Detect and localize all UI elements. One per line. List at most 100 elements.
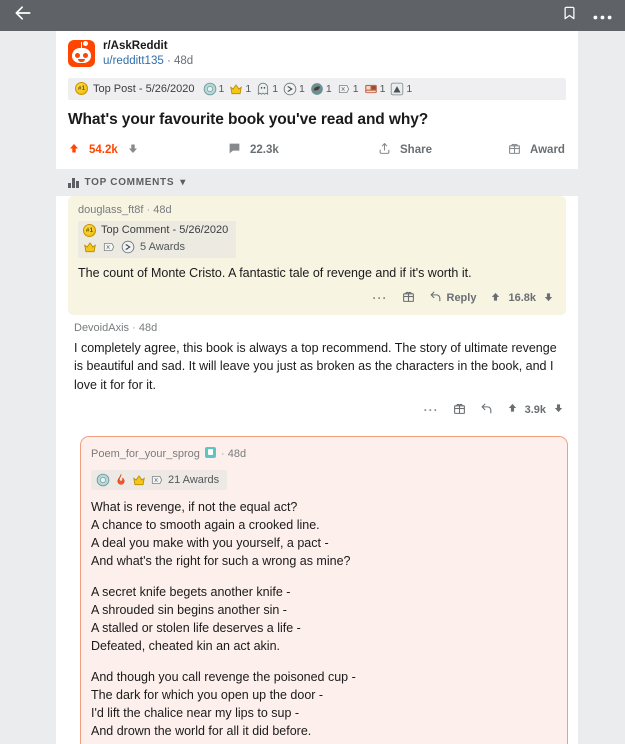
downvote-icon[interactable] bbox=[553, 402, 564, 417]
poem-award-count-label: 21 Awards bbox=[168, 473, 220, 486]
comment-score: 16.8k bbox=[508, 292, 536, 304]
award-party[interactable]: 1 bbox=[390, 82, 412, 96]
award-count: 1 bbox=[218, 82, 225, 95]
award-silver[interactable]: 1 bbox=[203, 82, 225, 96]
snek-award-icon bbox=[121, 240, 135, 254]
upvote-icon[interactable] bbox=[68, 142, 80, 158]
comment-action-bar: ··· Reply 16.8k bbox=[78, 282, 556, 315]
award-wholesome[interactable]: 1 bbox=[337, 82, 359, 96]
award-gift-icon[interactable] bbox=[453, 402, 466, 418]
reply-label: Reply bbox=[446, 292, 477, 304]
downvote-icon[interactable] bbox=[127, 142, 139, 158]
award-count: 1 bbox=[406, 82, 413, 95]
comment-award-count-label: 5 Awards bbox=[140, 240, 186, 253]
post-title[interactable]: What's your favourite book you've read a… bbox=[68, 111, 566, 129]
subreddit-name[interactable]: r/AskReddit bbox=[103, 39, 193, 53]
award-count: 1 bbox=[272, 82, 279, 95]
post-awards-label: Top Post - 5/26/2020 bbox=[93, 82, 195, 95]
comments-sort-bar[interactable]: TOP COMMENTS ▾ bbox=[56, 168, 578, 196]
table-slam-award-icon bbox=[364, 82, 378, 96]
comment-poem-for-your-sprog: Poem_for_your_sprog · 48d 21 Awards What… bbox=[80, 435, 568, 744]
award-ghost[interactable]: 1 bbox=[256, 82, 278, 96]
award-gift-icon bbox=[508, 142, 521, 158]
page-body: r/AskReddit u/redditt135 · 48d #1 Top Po… bbox=[0, 31, 625, 744]
poem-awards-box[interactable]: 21 Awards bbox=[91, 469, 228, 490]
award-count: 1 bbox=[379, 82, 386, 95]
comment-action-bar: ··· 3.9k bbox=[74, 394, 566, 427]
arrow-left-icon[interactable] bbox=[13, 3, 33, 28]
comment-author[interactable]: DevoidAxis bbox=[74, 322, 129, 334]
upvote-icon[interactable] bbox=[490, 291, 501, 306]
downvote-icon[interactable] bbox=[543, 291, 554, 306]
poem-stanza: What is revenge, if not the equal act? A… bbox=[91, 499, 351, 568]
post-header: r/AskReddit u/redditt135 · 48d bbox=[68, 39, 566, 69]
post-awards-strip[interactable]: #1 Top Post - 5/26/2020 1 1 1 1 1 1 1 1 bbox=[68, 77, 566, 100]
comment-vote-group: 16.8k bbox=[490, 291, 554, 306]
post-card: r/AskReddit u/redditt135 · 48d #1 Top Po… bbox=[56, 31, 578, 169]
top-comment-line: #1 Top Comment - 5/26/2020 bbox=[83, 223, 229, 237]
comment-score: 3.9k bbox=[524, 403, 546, 416]
poem-stanza: A secret knife begets another knife - A … bbox=[91, 584, 301, 653]
post-author[interactable]: u/redditt135 bbox=[103, 55, 164, 67]
comment-devoidaxis: DevoidAxis · 48d I completely agree, thi… bbox=[56, 315, 578, 427]
chevron-down-icon[interactable]: ▾ bbox=[180, 177, 186, 188]
meta-separator: · bbox=[166, 55, 171, 68]
gold-crown-award-icon bbox=[83, 240, 97, 254]
post-score: 54.2k bbox=[89, 143, 118, 156]
share-icon bbox=[378, 142, 391, 158]
comment-thread-top: douglass_ft8f · 48d #1 Top Comment - 5/2… bbox=[56, 195, 578, 315]
wholesome-award-icon bbox=[150, 473, 164, 487]
comment-age: 48d bbox=[227, 447, 247, 460]
comment-age: 48d bbox=[138, 322, 158, 334]
app-screen: r/AskReddit u/redditt135 · 48d #1 Top Po… bbox=[0, 0, 625, 744]
upvote-icon[interactable] bbox=[507, 402, 518, 417]
comment-douglass: douglass_ft8f · 48d #1 Top Comment - 5/2… bbox=[68, 195, 566, 315]
meta-separator: · bbox=[146, 203, 151, 216]
more-options-icon[interactable]: ··· bbox=[424, 403, 439, 417]
poem-body: What is revenge, if not the equal act? A… bbox=[91, 498, 555, 744]
party-award-icon bbox=[390, 82, 404, 96]
award-gold-crown[interactable]: 1 bbox=[229, 82, 251, 96]
more-options-icon[interactable]: ··· bbox=[373, 291, 388, 305]
top-comment-label: Top Comment - 5/26/2020 bbox=[101, 224, 229, 237]
comment-awards-box[interactable]: #1 Top Comment - 5/26/2020 5 Awards bbox=[78, 220, 237, 258]
silver-award-icon bbox=[96, 473, 110, 487]
reply-button[interactable]: Reply bbox=[429, 290, 477, 306]
wholesome-award-icon bbox=[102, 240, 116, 254]
reply-arrow-icon[interactable] bbox=[480, 402, 493, 418]
post-comments-group[interactable]: 22.3k bbox=[228, 142, 378, 158]
comment-header: Poem_for_your_sprog · 48d bbox=[91, 446, 555, 460]
topbar-right-group bbox=[562, 4, 612, 27]
post-award-group[interactable]: Award bbox=[508, 142, 565, 158]
award-count: 1 bbox=[352, 82, 359, 95]
post-meta: r/AskReddit u/redditt135 · 48d bbox=[103, 39, 193, 69]
post-author-line: u/redditt135 · 48d bbox=[103, 54, 193, 68]
post-share-group[interactable]: Share bbox=[378, 142, 508, 158]
sort-bars-icon bbox=[68, 177, 79, 188]
top-comment-medal-icon: #1 bbox=[83, 223, 96, 237]
gold-crown-award-icon bbox=[229, 82, 243, 96]
award-snek[interactable]: 1 bbox=[283, 82, 305, 96]
award-table-slam[interactable]: 1 bbox=[364, 82, 386, 96]
comment-author[interactable]: douglass_ft8f bbox=[78, 204, 143, 216]
silver-award-icon bbox=[203, 82, 217, 96]
more-options-icon[interactable] bbox=[593, 7, 612, 25]
fire-award-icon bbox=[114, 473, 128, 487]
post-comment-count: 22.3k bbox=[250, 143, 279, 156]
post-age: 48d bbox=[174, 55, 194, 68]
award-coffee[interactable]: 1 bbox=[310, 82, 332, 96]
topbar-left-group bbox=[13, 3, 33, 28]
post-award-label: Award bbox=[530, 143, 565, 156]
award-gift-icon[interactable] bbox=[402, 290, 415, 306]
coffee-award-icon bbox=[310, 82, 324, 96]
award-count: 1 bbox=[325, 82, 332, 95]
comment-age: 48d bbox=[153, 203, 172, 216]
comment-body: I completely agree, this book is always … bbox=[74, 341, 557, 392]
top-post-medal-icon: #1 bbox=[75, 82, 88, 96]
comment-body: The count of Monte Cristo. A fantastic t… bbox=[78, 265, 472, 280]
award-count: 1 bbox=[299, 82, 305, 95]
comment-award-icons-line: 5 Awards bbox=[83, 240, 228, 254]
comment-author[interactable]: Poem_for_your_sprog bbox=[91, 448, 200, 460]
bookmark-icon[interactable] bbox=[562, 4, 577, 27]
subreddit-avatar-icon bbox=[68, 40, 95, 68]
